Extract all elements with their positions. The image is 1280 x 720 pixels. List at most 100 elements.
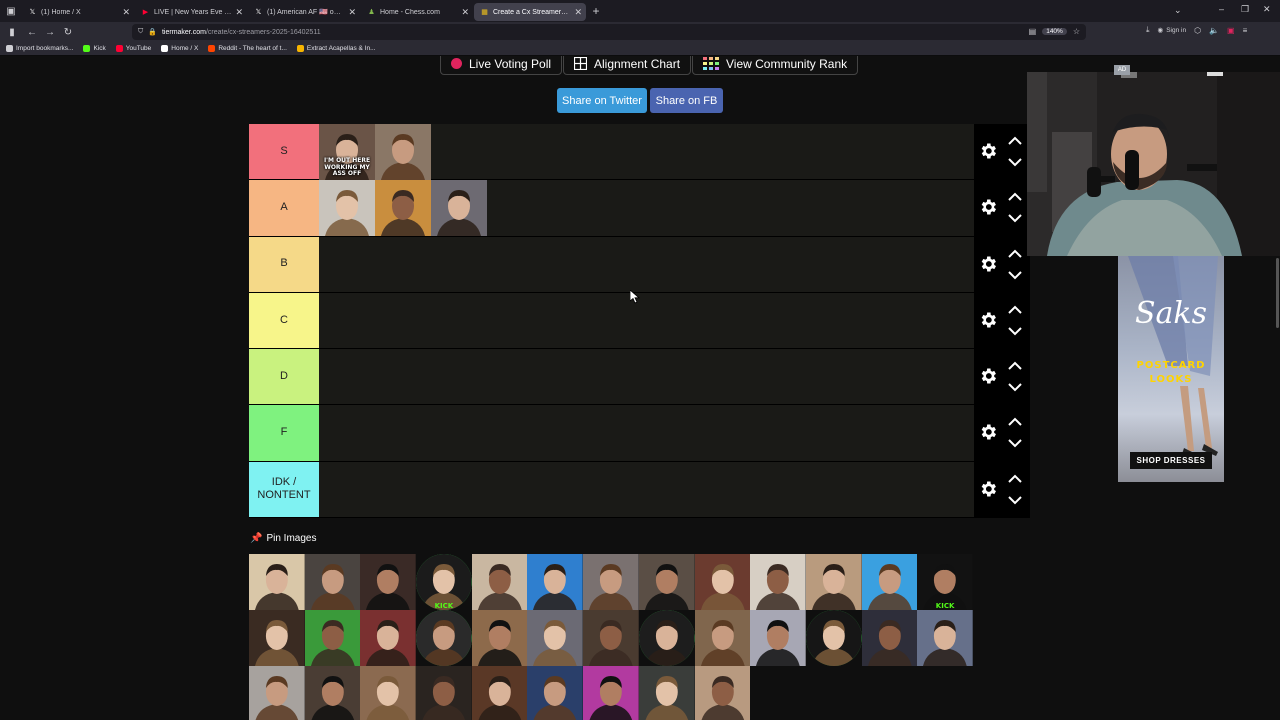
move-down-chevron-icon[interactable]: [1008, 270, 1022, 280]
settings-gear-icon[interactable]: [978, 141, 998, 161]
account-button[interactable]: ◉ Sign in: [1158, 26, 1187, 35]
tier-item-image[interactable]: [375, 180, 431, 237]
pool-item-image[interactable]: [360, 554, 417, 610]
pool-item-image[interactable]: [249, 666, 305, 720]
tier-item-image[interactable]: [375, 124, 431, 180]
move-down-chevron-icon[interactable]: [1008, 496, 1022, 505]
bookmark-star-icon[interactable]: ☆: [1073, 27, 1080, 36]
pool-item-image[interactable]: [750, 610, 806, 666]
close-tab-icon[interactable]: ✕: [122, 7, 130, 18]
settings-gear-icon[interactable]: [978, 254, 998, 274]
close-tab-icon[interactable]: ✕: [461, 7, 469, 18]
move-up-chevron-icon[interactable]: [1008, 417, 1022, 427]
pool-item-image[interactable]: [861, 610, 918, 666]
saks-advertisement[interactable]: Saks POSTCARD LOOKS SHOP DRESSES: [1118, 256, 1224, 482]
move-down-chevron-icon[interactable]: [1008, 327, 1022, 336]
reload-icon[interactable]: ↻: [59, 23, 77, 41]
ad-choices-badge[interactable]: AD: [1114, 65, 1130, 75]
site-info-icon[interactable]: ⛉: [138, 28, 143, 36]
pool-item-image[interactable]: [360, 666, 417, 720]
pool-item-image[interactable]: KICK: [416, 554, 472, 610]
new-tab-button[interactable]: +: [587, 4, 605, 18]
address-bar[interactable]: ⛉ 🔒 tiermaker.com/create/cx-streamers-20…: [132, 24, 1086, 40]
tier-label[interactable]: B: [249, 236, 319, 292]
bookmark-item[interactable]: YouTube: [115, 45, 151, 52]
pool-item-image[interactable]: [805, 610, 862, 666]
list-all-tabs-icon[interactable]: ⌄: [1174, 5, 1182, 16]
pool-item-image[interactable]: [360, 610, 417, 666]
tier-drop-zone[interactable]: I'M OUT HERE WORKING MY ASS OFF: [319, 124, 974, 180]
pool-item-image[interactable]: [249, 610, 305, 666]
move-down-chevron-icon[interactable]: [1008, 214, 1022, 223]
pool-item-image[interactable]: [694, 554, 751, 610]
settings-gear-icon[interactable]: [978, 366, 998, 386]
pool-item-image[interactable]: [638, 666, 695, 720]
tab-3[interactable]: ♟ Home - Chess.com ✕: [361, 3, 473, 21]
app-menu-icon[interactable]: ≡: [1243, 26, 1248, 35]
tier-drop-zone[interactable]: [319, 237, 974, 292]
pool-item-image[interactable]: [416, 666, 472, 720]
pool-item-image[interactable]: [527, 610, 584, 666]
tab-overview-icon[interactable]: ▣: [0, 0, 22, 22]
tier-drop-zone[interactable]: [319, 405, 974, 460]
share-fb-button[interactable]: Share on FB: [650, 88, 723, 113]
tier-drop-zone[interactable]: [319, 293, 974, 348]
bookmark-item[interactable]: Import bookmarks...: [6, 45, 73, 52]
move-up-chevron-icon[interactable]: [1008, 192, 1022, 202]
forward-icon[interactable]: →: [41, 23, 59, 41]
tier-drop-zone[interactable]: [319, 462, 974, 517]
tab-1[interactable]: ▶ LIVE | New Years Eve Celebration ✕: [135, 3, 247, 21]
pin-icon[interactable]: 📌: [250, 533, 262, 544]
move-up-chevron-icon[interactable]: [1008, 305, 1022, 314]
pool-item-image[interactable]: [527, 554, 584, 610]
bookmark-item[interactable]: Reddit - The heart of t...: [208, 45, 287, 52]
pool-item-image[interactable]: [304, 666, 361, 720]
close-tab-icon[interactable]: ✕: [235, 7, 243, 18]
tab-0[interactable]: 𝕏 (1) Home / X ✕: [22, 3, 134, 21]
minimize-icon[interactable]: –: [1219, 4, 1224, 14]
extension-badge-icon[interactable]: ▣: [1227, 26, 1235, 35]
speaker-icon[interactable]: 🔈: [1209, 26, 1219, 35]
settings-gear-icon[interactable]: [978, 479, 998, 499]
pool-item-image[interactable]: [583, 554, 639, 610]
move-up-chevron-icon[interactable]: [1008, 136, 1022, 145]
shop-dresses-button[interactable]: SHOP DRESSES: [1130, 452, 1212, 469]
pool-item-image[interactable]: [750, 554, 806, 610]
settings-gear-icon[interactable]: [978, 310, 998, 330]
pool-item-image[interactable]: [471, 610, 528, 666]
tier-label[interactable]: C: [249, 292, 319, 349]
move-down-chevron-icon[interactable]: [1008, 158, 1022, 167]
pool-item-image[interactable]: KICK: [917, 554, 973, 610]
pool-item-image[interactable]: [638, 610, 695, 666]
tier-item-image[interactable]: [319, 180, 375, 237]
tier-label[interactable]: F: [249, 405, 319, 461]
move-up-chevron-icon[interactable]: [1008, 249, 1022, 258]
close-tab-icon[interactable]: ✕: [348, 7, 356, 18]
close-tab-icon[interactable]: ✕: [574, 7, 582, 18]
downloads-icon[interactable]: ⤓: [1146, 25, 1150, 35]
pool-item-image[interactable]: [917, 610, 973, 666]
zoom-level[interactable]: 140%: [1042, 28, 1067, 35]
pool-item-image[interactable]: [805, 554, 862, 610]
sidebar-toggle-icon[interactable]: ▮: [3, 23, 21, 41]
pool-item-image[interactable]: [471, 554, 528, 610]
tier-label[interactable]: D: [249, 349, 319, 405]
tier-label[interactable]: S: [249, 124, 319, 180]
alignment-chart-button[interactable]: Alignment Chart: [563, 56, 692, 75]
reader-view-icon[interactable]: ▤: [1029, 27, 1037, 36]
move-up-chevron-icon[interactable]: [1008, 474, 1022, 483]
pool-item-image[interactable]: [471, 666, 528, 720]
tab-2[interactable]: 𝕏 (1) American AF 🇺🇸 on X: "A m✕: [248, 3, 360, 21]
pool-item-image[interactable]: [249, 554, 305, 610]
pool-item-image[interactable]: [583, 610, 639, 666]
move-up-chevron-icon[interactable]: [1008, 361, 1022, 370]
bookmark-item[interactable]: Home / X: [161, 45, 198, 52]
settings-gear-icon[interactable]: [978, 197, 998, 217]
pool-item-image[interactable]: [583, 666, 639, 720]
pool-item-image[interactable]: [638, 554, 695, 610]
live-voting-poll-button[interactable]: Live Voting Poll: [440, 56, 563, 75]
close-window-icon[interactable]: ✕: [1263, 4, 1271, 15]
share-twitter-button[interactable]: Share on Twitter: [557, 88, 647, 113]
pool-item-image[interactable]: [694, 610, 751, 666]
bookmark-item[interactable]: Kick: [83, 45, 106, 52]
